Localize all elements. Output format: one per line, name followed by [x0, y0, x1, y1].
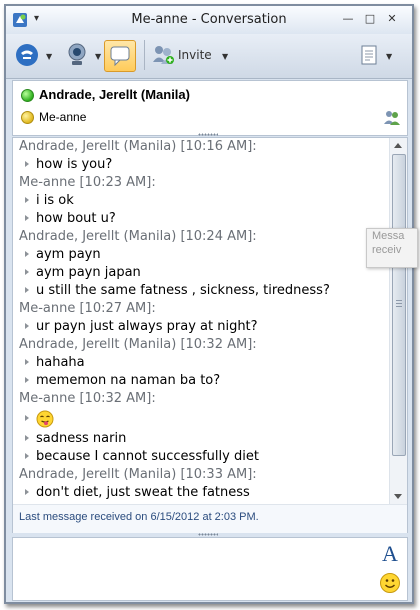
conversation-history[interactable]: Andrade, Jerellt (Manila) [10:16 AM]: how… — [12, 137, 408, 533]
message-text: don't diet, just sweat the fatness — [36, 485, 250, 500]
message-line: aym payn japan — [13, 264, 388, 282]
message-line: i is ok — [13, 192, 388, 210]
smiley-icon[interactable] — [379, 572, 401, 594]
bullet-arrow-icon — [25, 452, 29, 459]
message-text: how is you? — [36, 157, 113, 172]
message-text: because I cannot successfully diet — [36, 449, 259, 464]
tooltip-line: receiv — [372, 244, 402, 256]
message-sender-header: Andrade, Jerellt (Manila) [10:32 AM]: — [19, 337, 257, 352]
contacts-icon[interactable] — [383, 109, 401, 125]
toolbar: ▼ ▼ Invite ▼ ▼ — [6, 34, 412, 79]
message-line: don't diet, just sweat the fatness — [13, 484, 388, 502]
message-line: ur payn just always pray at night? — [13, 318, 388, 336]
message-line: u still the same fatness , sickness, tir… — [13, 282, 388, 300]
message-sender-header: Me-anne [10:32 AM]: — [19, 391, 156, 406]
bullet-arrow-icon — [25, 414, 29, 421]
share-dropdown-arrow[interactable]: ▼ — [386, 52, 392, 61]
scroll-up-arrow[interactable] — [394, 143, 402, 148]
bullet-arrow-icon — [25, 376, 29, 383]
conversation-window: ▾ Me-anne - Conversation — □ ✕ ▼ ▼ Invit… — [6, 6, 412, 602]
bullet-arrow-icon — [25, 358, 29, 365]
bullet-arrow-icon — [25, 196, 29, 203]
message-text: sadness narin — [36, 431, 127, 446]
message-input[interactable] — [13, 538, 373, 598]
message-text: mememon na naman ba to? — [36, 373, 221, 388]
message-text: aym payn japan — [36, 265, 141, 280]
compose-area: A — [12, 537, 408, 601]
message-sender-header: Andrade, Jerellt (Manila) [10:33 AM]: — [19, 467, 257, 482]
participant-name[interactable]: Andrade, Jerellt (Manila) — [39, 87, 190, 102]
message-line: aym payn — [13, 246, 388, 264]
phone-icon — [16, 44, 38, 66]
im-button[interactable] — [104, 40, 136, 72]
message-text: how bout u? — [36, 211, 116, 226]
tooltip-line: Messa — [372, 230, 405, 242]
tongue-out-emoticon-icon — [36, 410, 54, 427]
resize-grip[interactable] — [198, 133, 218, 136]
speech-bubble-icon — [110, 46, 130, 67]
message-sender-header: Andrade, Jerellt (Manila) [10:16 AM]: — [19, 139, 257, 154]
last-message-status: Last message received on 6/15/2012 at 2:… — [13, 504, 407, 533]
phone-dropdown-arrow[interactable]: ▼ — [46, 52, 52, 61]
message-text: u still the same fatness , sickness, tir… — [36, 283, 330, 298]
close-button[interactable]: ✕ — [384, 12, 400, 26]
bullet-arrow-icon — [25, 286, 29, 293]
bullet-arrow-icon — [25, 160, 29, 167]
title-bar[interactable]: ▾ Me-anne - Conversation — □ ✕ — [6, 6, 412, 34]
document-icon — [361, 45, 377, 65]
bullet-arrow-icon — [25, 434, 29, 441]
bullet-arrow-icon — [25, 268, 29, 275]
window-frame: ▾ Me-anne - Conversation — □ ✕ ▼ ▼ Invit… — [4, 4, 414, 604]
resize-grip[interactable] — [198, 533, 218, 536]
message-sender-header: Andrade, Jerellt (Manila) [10:24 AM]: — [19, 229, 257, 244]
phone-call-button[interactable] — [12, 40, 42, 70]
toolbar-separator — [144, 40, 145, 70]
bullet-arrow-icon — [25, 250, 29, 257]
participant-list: Andrade, Jerellt (Manila) Me-anne — [12, 80, 408, 136]
video-dropdown-arrow[interactable]: ▼ — [95, 52, 101, 61]
maximize-button[interactable]: □ — [362, 12, 378, 26]
message-line — [13, 408, 388, 430]
presence-available-icon — [21, 89, 34, 102]
message-line: sadness narin — [13, 430, 388, 448]
message-text: ur payn just always pray at night? — [36, 319, 258, 334]
invite-button[interactable] — [150, 40, 176, 70]
bullet-arrow-icon — [25, 214, 29, 221]
message-list: Andrade, Jerellt (Manila) [10:16 AM]: how… — [13, 138, 388, 504]
share-button[interactable] — [358, 40, 380, 70]
bullet-arrow-icon — [25, 488, 29, 495]
message-sender-header: Me-anne [10:23 AM]: — [19, 175, 156, 190]
video-button[interactable] — [62, 40, 92, 70]
message-text: aym payn — [36, 247, 101, 262]
notification-tooltip: Messa receiv — [366, 228, 418, 268]
message-text: hahaha — [36, 355, 85, 370]
scroll-down-arrow[interactable] — [394, 494, 402, 499]
message-line: mememon na naman ba to? — [13, 372, 388, 390]
scroll-thumb[interactable] — [392, 154, 406, 456]
presence-away-icon — [21, 111, 34, 124]
message-sender-header: Me-anne [10:27 AM]: — [19, 301, 156, 316]
message-text: i is ok — [36, 193, 74, 208]
invite-label[interactable]: Invite — [178, 48, 212, 62]
message-line: because I cannot successfully diet — [13, 448, 388, 466]
status-text: Last message received on 6/15/2012 at 2:… — [19, 511, 259, 523]
add-people-icon — [153, 46, 174, 64]
font-button[interactable]: A — [379, 542, 401, 566]
message-line: hahaha — [13, 354, 388, 372]
vertical-scrollbar[interactable] — [389, 138, 407, 504]
invite-dropdown-arrow[interactable]: ▼ — [222, 52, 228, 61]
message-line: how bout u? — [13, 210, 388, 228]
webcam-icon — [68, 43, 86, 65]
message-line: how is you? — [13, 156, 388, 174]
minimize-button[interactable]: — — [340, 12, 356, 26]
participant-name[interactable]: Me-anne — [39, 110, 86, 124]
bullet-arrow-icon — [25, 322, 29, 329]
